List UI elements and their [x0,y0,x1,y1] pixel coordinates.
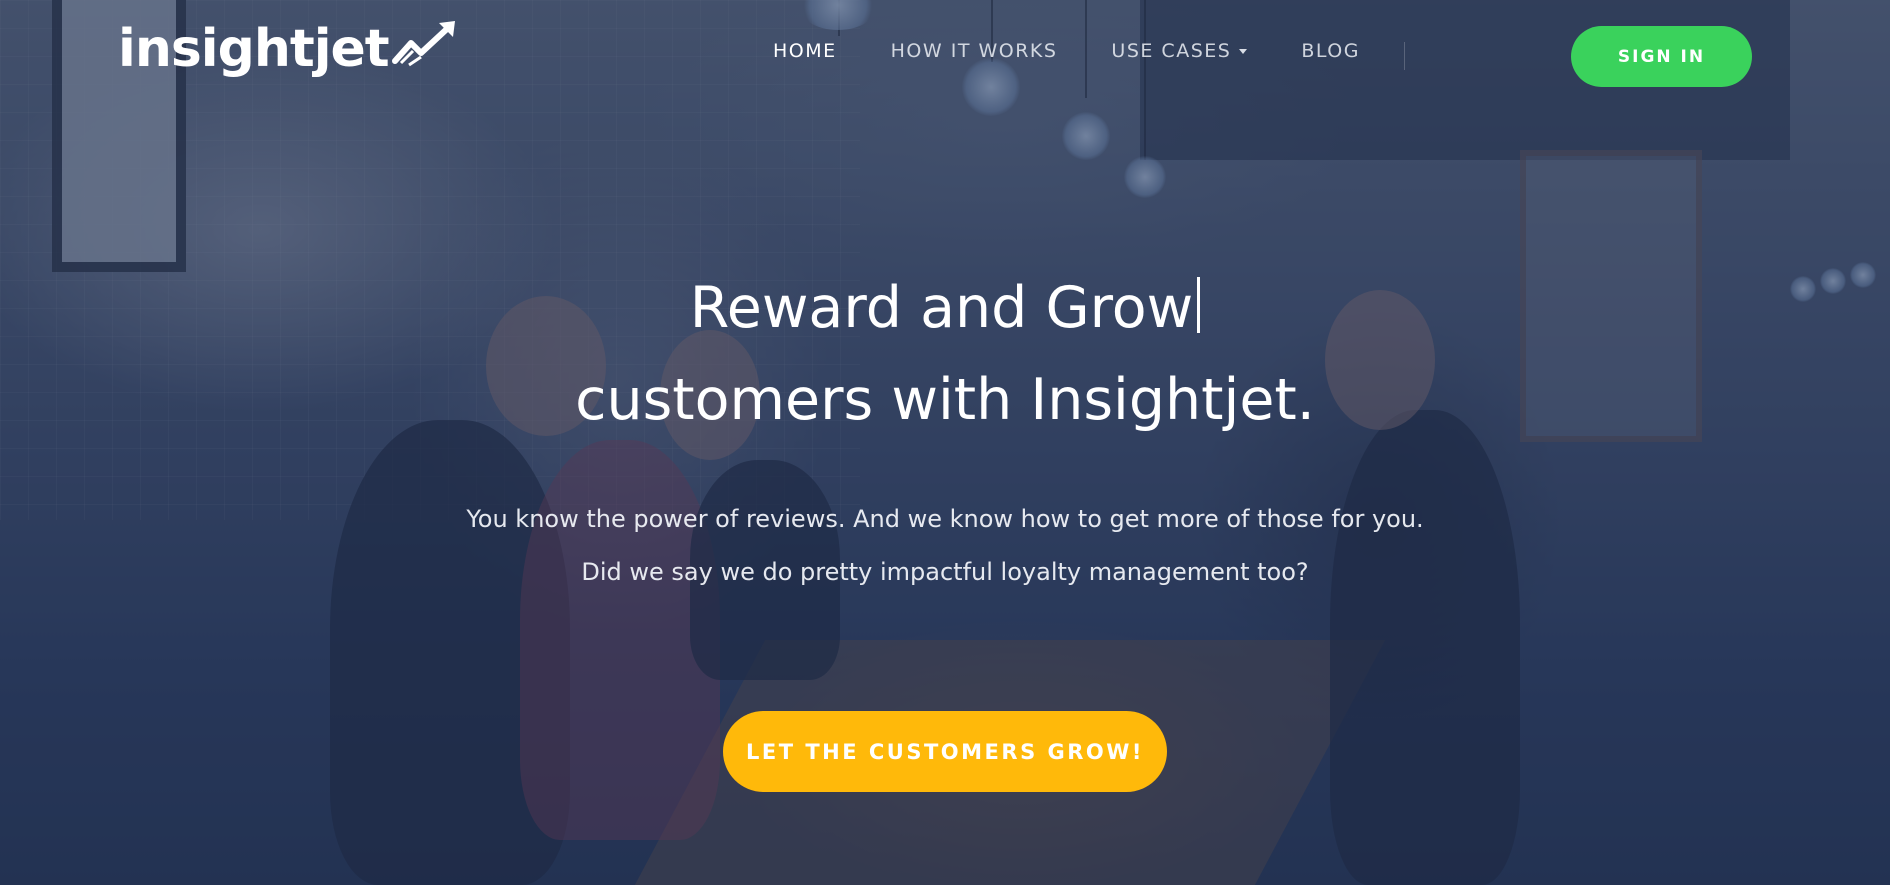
hero-headline: Reward and Grow customers with Insightje… [0,262,1890,446]
nav-menu: HOME HOW IT WORKS USE CASES BLOG [773,40,1414,62]
typing-cursor [1197,277,1201,333]
nav-item-blog[interactable]: BLOG [1301,40,1360,62]
nav-item-how-it-works[interactable]: HOW IT WORKS [891,40,1058,62]
hero-headline-line2: customers with Insightjet. [575,367,1315,433]
top-navbar: insightjet HOME HOW IT WORKS USE CASES B… [0,0,1890,112]
nav-item-use-cases[interactable]: USE CASES [1111,40,1248,62]
trend-arrow-icon [391,21,455,67]
hero-headline-line1: Reward and Grow [689,275,1194,341]
hero-subtext-line1: You know the power of reviews. And we kn… [466,505,1424,533]
sign-in-button[interactable]: SIGN IN [1571,26,1752,87]
hero-section: insightjet HOME HOW IT WORKS USE CASES B… [0,0,1890,885]
nav-item-home[interactable]: HOME [773,40,837,62]
nav-item-use-cases-label: USE CASES [1111,40,1232,62]
brand-logo-text: insightjet [118,19,390,79]
nav-divider [1404,42,1405,70]
hero-subtext-line2: Did we say we do pretty impactful loyalt… [581,558,1309,586]
chevron-down-icon [1239,49,1248,54]
brand-logo[interactable]: insightjet [118,14,457,84]
hero-subtext: You know the power of reviews. And we kn… [0,493,1890,599]
cta-button[interactable]: LET THE CUSTOMERS GROW! [723,711,1167,792]
